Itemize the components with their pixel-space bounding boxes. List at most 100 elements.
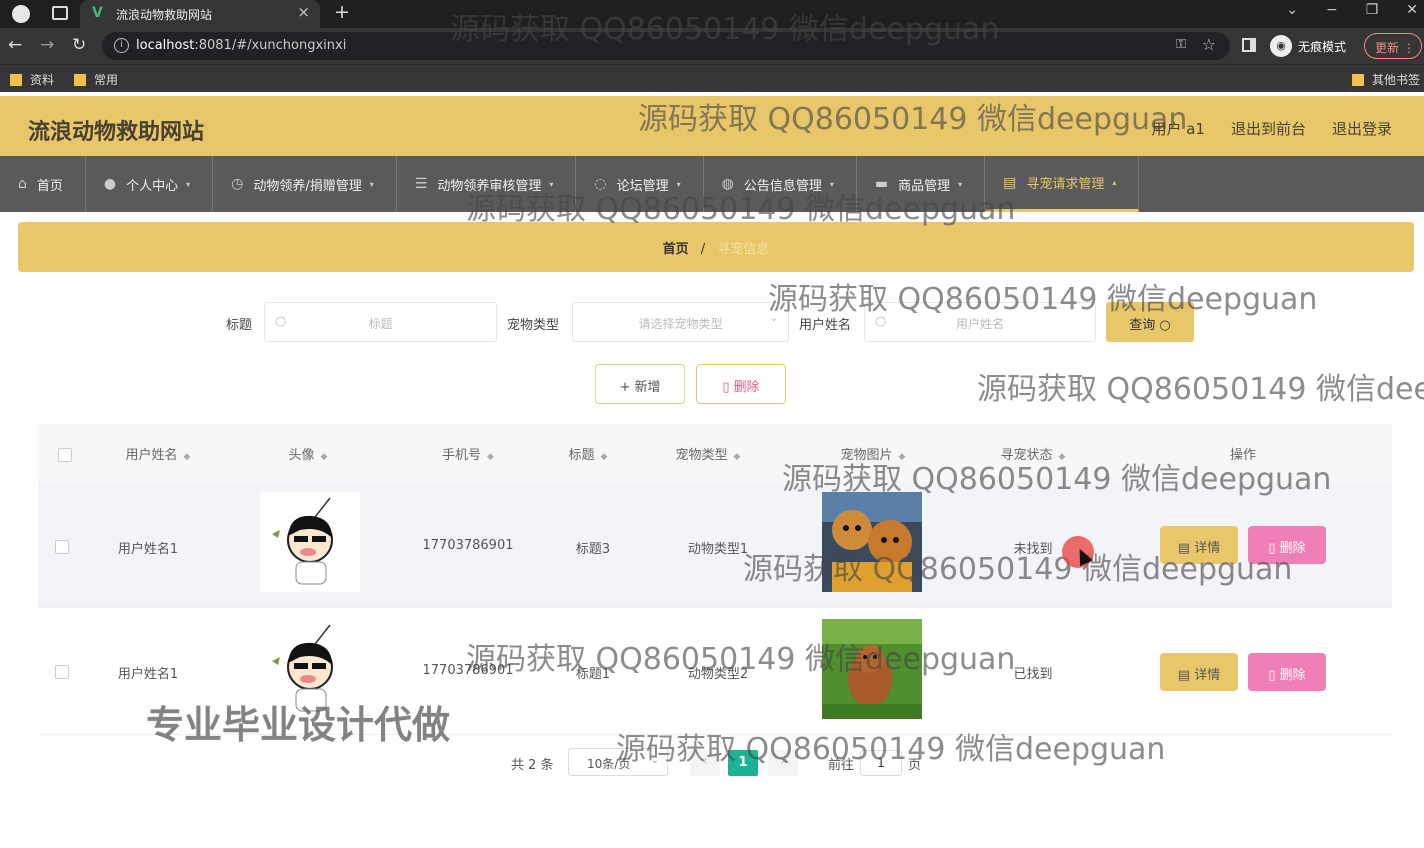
close-tab-icon[interactable]: × (297, 3, 310, 21)
pet-type-select[interactable]: 请选择宠物类型 ⌄ (572, 302, 789, 342)
goods-icon: ▬ (874, 176, 889, 192)
goto-page-input[interactable]: 1 (860, 750, 902, 776)
breadcrumb-separator: / (700, 242, 706, 257)
col-pet-type[interactable]: 宠物类型 ◆ (658, 444, 758, 463)
bookmark-folder-ziliao[interactable]: 资料 (10, 71, 54, 88)
row-delete-button[interactable]: ▯ 删除 (1248, 526, 1326, 564)
restore-icon[interactable]: ❐ (1366, 2, 1379, 18)
table-row: 用户姓名1 17703786901 标题1 动物类型2 已找到 ▤ 详情 ▯ 删… (38, 609, 1392, 735)
bookmarks-bar: 资料 常用 其他书签 (0, 64, 1424, 92)
cell-phone: 17703786901 (422, 663, 514, 678)
cell-phone: 17703786901 (422, 538, 514, 553)
forward-icon[interactable]: → (40, 35, 54, 55)
col-status[interactable]: 寻宠状态 ◆ (978, 444, 1088, 463)
incognito-icon: ◉ (1270, 35, 1292, 57)
browser-tabbar: V 流浪动物救助网站 × + ⌄ − ❐ ✕ (0, 0, 1424, 28)
row-checkbox[interactable] (55, 665, 69, 679)
bookmark-star-icon[interactable]: ☆ (1202, 35, 1216, 54)
row-checkbox[interactable] (55, 540, 69, 554)
incognito-indicator[interactable]: ◉ 无痕模式 (1270, 35, 1346, 57)
sort-icon: ◆ (733, 452, 741, 462)
select-all-checkbox[interactable] (58, 448, 72, 462)
folder-icon (1352, 73, 1364, 86)
detail-button[interactable]: ▤ 详情 (1160, 526, 1238, 564)
detail-button[interactable]: ▤ 详情 (1160, 653, 1238, 691)
col-pet-photo[interactable]: 宠物图片 ◆ (818, 444, 928, 463)
nav-pet-request[interactable]: ▤ 寻宠请求管理 ▴ (985, 156, 1140, 212)
pet-photo (822, 619, 922, 719)
nav-notice[interactable]: ◍ 公告信息管理 ▾ (704, 156, 857, 212)
user-name-search-input[interactable]: ○ 用户姓名 (864, 302, 1096, 342)
minimize-icon[interactable]: − (1326, 2, 1338, 18)
new-tab-icon[interactable]: + (334, 1, 350, 23)
row-delete-button[interactable]: ▯ 删除 (1248, 653, 1326, 691)
cartoon-avatar-icon (272, 624, 333, 712)
logout-link[interactable]: 退出登录 (1332, 118, 1392, 139)
title-search-input[interactable]: ○ 标题 (264, 302, 497, 342)
tab-search-icon[interactable]: ⌄ (1286, 2, 1298, 18)
sort-icon: ◆ (487, 452, 494, 462)
address-bar[interactable]: i localhost:8081/#/xunchongxinxi ⚿ ☆ (102, 32, 1230, 60)
batch-delete-button[interactable]: ▯ 删除 (696, 364, 786, 404)
other-bookmarks[interactable]: 其他书签 (1352, 71, 1420, 88)
col-actions: 操作 (1229, 448, 1256, 463)
col-title[interactable]: 标题 ◆ (548, 444, 628, 463)
cell-user-name: 用户姓名1 (117, 542, 179, 557)
vue-logo-icon: V (92, 5, 103, 21)
cell-status: 已找到 (1013, 667, 1053, 682)
request-icon: ▤ (1003, 174, 1017, 191)
forum-icon: ◌ (594, 176, 607, 192)
tab-group-icon[interactable] (52, 6, 68, 20)
reload-icon[interactable]: ↻ (72, 35, 86, 55)
notice-icon: ◍ (721, 176, 734, 192)
browser-menu-icon[interactable] (12, 5, 30, 23)
goto-label: 前往 (828, 758, 855, 773)
back-to-front-link[interactable]: 退出到前台 (1231, 118, 1306, 139)
nav-goods[interactable]: ▬ 商品管理 ▾ (857, 156, 986, 212)
table-row: 用户姓名1 17703786901 标题3 动物类型1 未找到 ▤ 详情 ▯ 删… (38, 482, 1392, 608)
breadcrumb-current: 寻宠信息 (717, 242, 770, 257)
cell-title: 标题1 (575, 667, 611, 682)
nav-home[interactable]: ⌂ 首页 (0, 156, 86, 212)
col-user-name[interactable]: 用户姓名 ◆ (108, 444, 208, 463)
trash-icon: ▯ (722, 380, 730, 395)
document-icon: ▤ (1177, 541, 1191, 556)
prev-page-icon[interactable]: ‹ (690, 750, 720, 776)
cell-pet-type: 动物类型2 (687, 667, 749, 682)
col-avatar[interactable]: 头像 ◆ (258, 444, 358, 463)
cartoon-avatar-icon (272, 497, 333, 585)
trash-icon: ▯ (1268, 541, 1276, 556)
plus-icon: + (619, 380, 631, 395)
page-size-select[interactable]: 10条/页 ⌄ (568, 748, 668, 776)
add-button[interactable]: + 新增 (595, 364, 685, 404)
header-links: 用户 a1 退出到前台 退出登录 (1151, 118, 1392, 139)
tab-title: 流浪动物救助网站 (116, 8, 213, 22)
nav-adoption-donation[interactable]: ◷ 动物领养/捐赠管理 ▾ (213, 156, 397, 212)
back-icon[interactable]: ← (8, 35, 22, 55)
bookmark-folder-changyong[interactable]: 常用 (74, 71, 118, 88)
update-button[interactable]: 更新 ⋮ (1364, 33, 1422, 59)
nav-forum[interactable]: ◌ 论坛管理 ▾ (576, 156, 704, 212)
col-phone[interactable]: 手机号 ◆ (418, 444, 518, 463)
page-current[interactable]: 1 (728, 750, 758, 776)
pager-total: 共 2 条 (511, 758, 554, 773)
home-icon: ⌂ (18, 176, 27, 192)
query-button[interactable]: 查询 ○ (1106, 302, 1194, 342)
side-panel-icon[interactable] (1242, 38, 1256, 52)
title-label: 标题 (226, 318, 253, 333)
browser-tab[interactable]: V 流浪动物救助网站 × (80, 0, 320, 28)
sort-icon: ◆ (600, 452, 608, 462)
window-close-icon[interactable]: ✕ (1406, 2, 1418, 18)
watermark: 源码获取 QQ86050149 微信deep (977, 372, 1424, 407)
chevron-down-icon: ⌄ (650, 755, 659, 766)
pet-dog-photo-icon (822, 492, 922, 592)
user-icon: ● (103, 176, 117, 192)
nav-personal-center[interactable]: ● 个人中心 ▾ (86, 156, 214, 212)
page-suffix: 页 (908, 758, 922, 773)
next-page-icon[interactable]: › (768, 750, 798, 776)
key-icon[interactable]: ⚿ (1176, 37, 1186, 52)
breadcrumb-home[interactable]: 首页 (663, 242, 689, 257)
nav-adoption-review[interactable]: ☰ 动物领养审核管理 ▾ (397, 156, 577, 212)
site-info-icon[interactable]: i (114, 38, 129, 53)
pet-type-label: 宠物类型 (507, 318, 560, 333)
